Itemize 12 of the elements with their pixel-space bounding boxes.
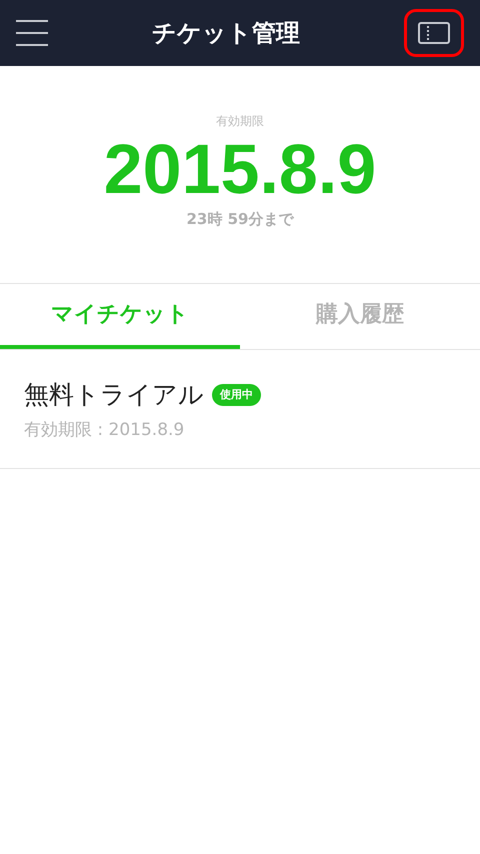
expiry-label: 有効期限: [216, 113, 264, 130]
remaining-time: 23時 59分まで: [186, 209, 294, 230]
ticket-row[interactable]: 無料トライアル 使用中 有効期限 : 2015.8.9: [0, 350, 480, 469]
tab[interactable]: マイチケット: [0, 284, 240, 349]
status-badge: 使用中: [212, 384, 261, 406]
expiry-date: 2015.8.9: [104, 130, 376, 208]
menu-icon[interactable]: [16, 20, 48, 46]
tab[interactable]: 購入履歴: [240, 284, 480, 349]
ticket-expiry: 有効期限 : 2015.8.9: [24, 418, 186, 442]
ticket-name: 無料トライアル: [24, 379, 204, 411]
header-title: チケット管理: [152, 18, 300, 49]
ticket-icon[interactable]: [418, 22, 450, 44]
